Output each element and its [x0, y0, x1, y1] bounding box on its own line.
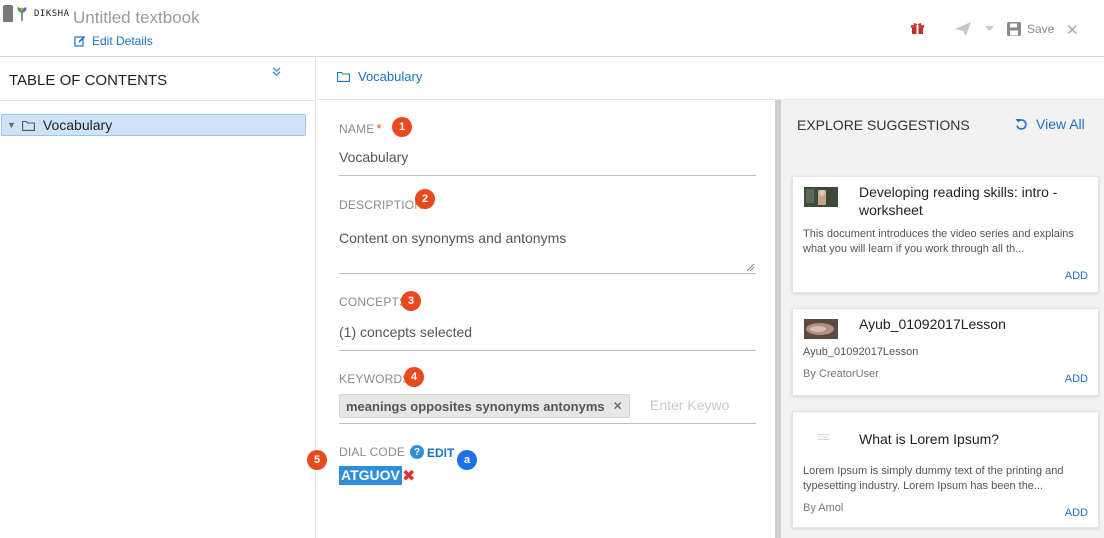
keyword-chip: meanings opposites synonyms antonyms ✕	[339, 394, 630, 418]
step-badge-4: 4	[404, 367, 424, 387]
save-icon	[1007, 22, 1021, 36]
view-all-link[interactable]: View All	[1015, 116, 1085, 132]
card-description: Ayub_01092017Lesson	[803, 346, 919, 358]
name-label-row: NAME *	[339, 121, 382, 136]
breadcrumb-label: Vocabulary	[358, 69, 423, 84]
textbook-title: Untitled textbook	[73, 8, 200, 27]
national-emblem-icon	[3, 5, 13, 22]
card-title: What is Lorem Ipsum?	[859, 431, 1000, 447]
keywords-underline	[339, 423, 756, 424]
dial-code-value: ATGUOV	[339, 466, 402, 485]
name-label: NAME	[339, 121, 375, 136]
folder-icon	[21, 120, 35, 131]
add-button[interactable]: ADD	[1065, 270, 1088, 282]
send-icon[interactable]	[955, 22, 971, 36]
card-title: Ayub_01092017Lesson	[859, 316, 1006, 332]
remove-dial-code-icon[interactable]: ✖	[402, 466, 415, 486]
dial-code-label: DIAL CODE	[339, 445, 406, 459]
edit-icon	[74, 35, 86, 47]
breadcrumb[interactable]: Vocabulary	[337, 69, 422, 84]
save-label: Save	[1027, 22, 1055, 36]
card-description: This document introduces the video serie…	[803, 228, 1074, 255]
step-badge-2: 2	[415, 189, 435, 209]
add-button[interactable]: ADD	[1065, 507, 1088, 519]
card-description: Lorem Ipsum is simply dummy text of the …	[803, 465, 1064, 492]
edit-details-link[interactable]: Edit Details	[74, 34, 153, 48]
description-underline	[339, 273, 756, 274]
keywords-label: KEYWORDS	[339, 372, 411, 386]
card-title: Developing reading skills: intro - works…	[859, 184, 1058, 218]
collapse-all-icon[interactable]	[272, 67, 281, 77]
dial-code-edit-link[interactable]: EDIT	[427, 446, 454, 460]
step-badge-a: a	[457, 450, 477, 470]
concepts-selector[interactable]: (1) concepts selected	[339, 324, 472, 340]
description-label: DESCRIPTION	[339, 198, 424, 212]
description-textarea[interactable]: Content on synonyms and antonyms	[339, 230, 566, 246]
explore-title: EXPLORE SUGGESTIONS	[797, 117, 970, 133]
edit-details-label: Edit Details	[92, 34, 153, 48]
explore-suggestions-panel: EXPLORE SUGGESTIONS View All Developing …	[781, 100, 1104, 538]
add-button[interactable]: ADD	[1065, 373, 1088, 385]
toc-divider	[0, 100, 316, 101]
toc-title: TABLE OF CONTENTS	[9, 72, 168, 89]
card-author: By CreatorUser	[803, 368, 879, 380]
keyword-input[interactable]: Enter Keywo	[650, 397, 750, 413]
step-badge-5: 5	[307, 450, 327, 470]
resize-handle-icon[interactable]	[746, 263, 755, 272]
card-author: By Amol	[803, 502, 844, 514]
chevron-down-icon[interactable]	[985, 26, 994, 32]
save-button[interactable]: Save	[1007, 22, 1054, 36]
dial-code-label-row: DIAL CODE ?	[339, 445, 425, 459]
diksha-logo: DIKSHA	[3, 5, 70, 22]
document-icon	[817, 434, 830, 440]
concepts-underline	[339, 350, 756, 351]
name-input[interactable]: Vocabulary	[339, 149, 408, 165]
expand-arrow-icon[interactable]: ▼	[7, 120, 16, 130]
diksha-leaf-icon	[17, 6, 27, 21]
help-icon[interactable]: ?	[410, 445, 425, 459]
suggestion-card[interactable]: What is Lorem Ipsum? Lorem Ipsum is simp…	[792, 411, 1099, 528]
concepts-label: CONCEPTS	[339, 295, 408, 309]
remove-keyword-icon[interactable]: ✕	[613, 399, 623, 413]
suggestion-card[interactable]: Ayub_01092017Lesson Ayub_01092017Lesson …	[792, 308, 1099, 396]
content-thumbnail	[804, 319, 838, 339]
name-underline	[339, 175, 756, 176]
suggestion-card[interactable]: Developing reading skills: intro - works…	[792, 176, 1099, 293]
logo-text: DIKSHA	[34, 8, 70, 19]
app-header: DIKSHA Untitled textbook Edit Details Sa…	[0, 0, 1104, 57]
folder-icon	[337, 71, 350, 82]
content-thumbnail	[804, 187, 838, 207]
view-all-label: View All	[1036, 116, 1085, 132]
step-badge-3: 3	[401, 291, 421, 311]
refresh-icon	[1015, 118, 1027, 130]
step-badge-1: 1	[392, 117, 412, 137]
toc-item-vocabulary[interactable]: ▼ Vocabulary	[1, 114, 306, 136]
table-of-contents-panel: TABLE OF CONTENTS ▼ Vocabulary	[0, 58, 316, 538]
close-icon[interactable]: ✕	[1066, 21, 1079, 39]
gift-icon[interactable]	[911, 22, 924, 35]
required-marker: *	[376, 121, 382, 136]
toc-item-label: Vocabulary	[42, 117, 113, 133]
keyword-chip-label: meanings opposites synonyms antonyms	[346, 398, 605, 414]
